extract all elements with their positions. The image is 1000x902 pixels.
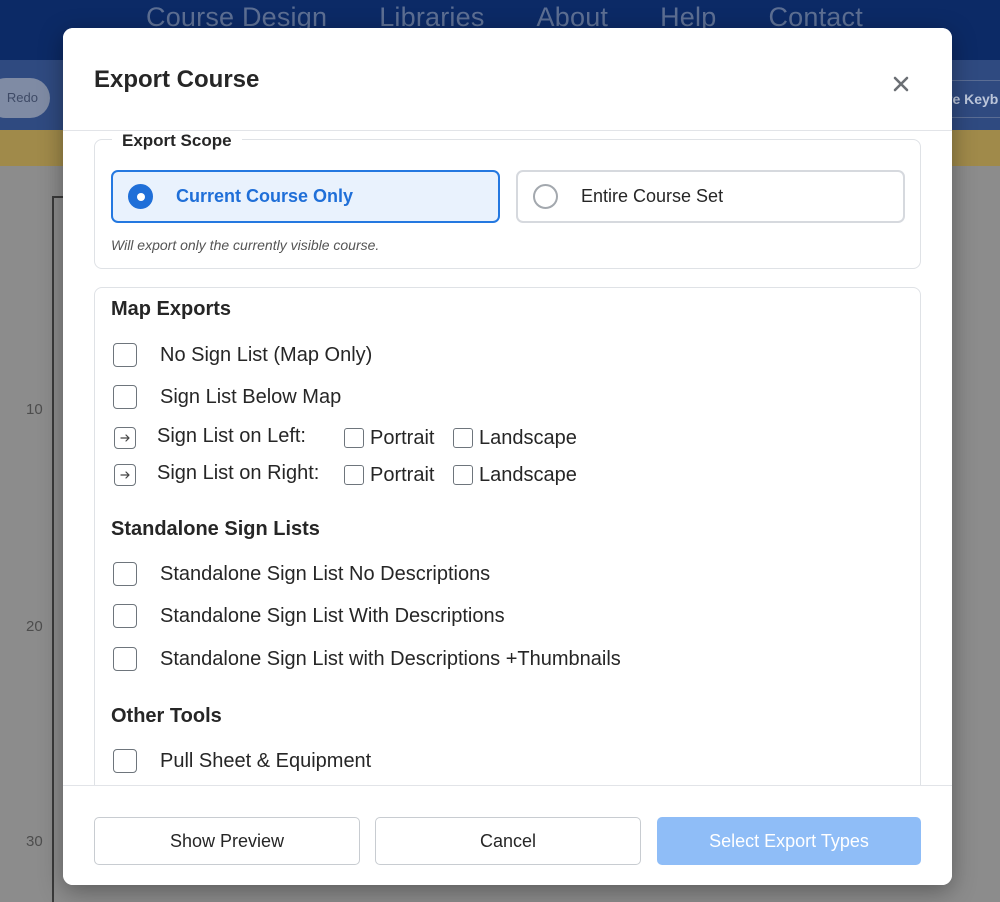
select-export-types-button[interactable]: Select Export Types: [657, 817, 921, 865]
checkbox[interactable]: [113, 749, 137, 773]
checkbox[interactable]: [344, 465, 364, 485]
expand-sign-list-left[interactable]: [113, 425, 136, 451]
option-label: Pull Sheet & Equipment: [160, 749, 372, 772]
option-label: Standalone Sign List No Descriptions: [160, 562, 491, 585]
checkbox[interactable]: [113, 343, 137, 367]
option-right-landscape[interactable]: Landscape: [453, 463, 577, 487]
modal-footer: Show Preview Cancel Select Export Types: [63, 785, 952, 885]
keyboard-shortcuts-button[interactable]: re Keyb: [944, 80, 1000, 118]
scope-option-label: Current Course Only: [176, 186, 354, 206]
option-label: No Sign List (Map Only): [160, 343, 373, 366]
modal-title: Export Course: [94, 66, 260, 93]
modal-body[interactable]: Export Scope Current Course Only Entire …: [63, 132, 952, 785]
export-course-modal: Export Course Export Scope Current Cours…: [63, 28, 952, 885]
option-label: Standalone Sign List with Descriptions +…: [160, 647, 621, 670]
checkbox[interactable]: [113, 385, 137, 409]
show-preview-button[interactable]: Show Preview: [94, 817, 360, 865]
option-standalone-with-thumbnails[interactable]: Standalone Sign List with Descriptions +…: [113, 646, 621, 672]
section-title-standalone: Standalone Sign Lists: [111, 518, 320, 540]
scope-hint: Will export only the currently visible c…: [111, 237, 380, 253]
checkbox[interactable]: [113, 647, 137, 671]
option-no-sign-list[interactable]: No Sign List (Map Only): [113, 342, 372, 368]
canvas-frame-line: [52, 196, 54, 902]
scope-option-label: Entire Course Set: [581, 186, 724, 206]
option-label: Landscape: [479, 463, 577, 486]
checkbox[interactable]: [453, 428, 473, 448]
expand-toggle[interactable]: [114, 427, 136, 449]
option-sign-list-below-map[interactable]: Sign List Below Map: [113, 384, 341, 410]
checkbox[interactable]: [453, 465, 473, 485]
redo-button[interactable]: Redo: [0, 78, 50, 118]
option-label: Landscape: [479, 426, 577, 449]
checkbox[interactable]: [113, 604, 137, 628]
section-title-other-tools: Other Tools: [111, 705, 222, 727]
checkbox[interactable]: [113, 562, 137, 586]
ruler-tick: 30: [26, 833, 43, 850]
option-label: Portrait: [370, 426, 435, 449]
arrow-right-icon: [120, 471, 130, 479]
cancel-button[interactable]: Cancel: [375, 817, 641, 865]
sign-list-right-label: Sign List on Right:: [157, 462, 320, 484]
expand-toggle[interactable]: [114, 464, 136, 486]
option-standalone-no-desc[interactable]: Standalone Sign List No Descriptions: [113, 561, 490, 587]
section-title-map-exports: Map Exports: [111, 298, 232, 320]
arrow-right-icon: [120, 434, 130, 442]
scope-option-entire-set[interactable]: Entire Course Set: [516, 170, 905, 223]
option-left-landscape[interactable]: Landscape: [453, 426, 577, 450]
option-pull-sheet[interactable]: Pull Sheet & Equipment: [113, 748, 371, 774]
option-standalone-with-desc[interactable]: Standalone Sign List With Descriptions: [113, 603, 505, 629]
option-label: Sign List Below Map: [160, 385, 342, 408]
expand-sign-list-right[interactable]: [113, 462, 136, 488]
radio-unselected-icon: [533, 184, 558, 209]
export-options-panel: Map Exports No Sign List (Map Only) Sign…: [94, 287, 921, 785]
close-button[interactable]: [883, 66, 919, 102]
ruler-tick: 20: [26, 618, 43, 635]
ruler-tick: 10: [26, 401, 43, 418]
option-right-portrait[interactable]: Portrait: [344, 463, 434, 487]
close-icon: [893, 76, 909, 92]
radio-selected-icon: [128, 184, 153, 209]
option-label: Standalone Sign List With Descriptions: [160, 604, 505, 627]
export-scope-fieldset: Export Scope Current Course Only Entire …: [94, 132, 921, 269]
sign-list-left-label: Sign List on Left:: [157, 425, 306, 447]
export-scope-legend: Export Scope: [112, 132, 242, 151]
modal-header: Export Course: [63, 28, 952, 131]
scope-option-current-course[interactable]: Current Course Only: [111, 170, 500, 223]
option-label: Portrait: [370, 463, 435, 486]
checkbox[interactable]: [344, 428, 364, 448]
option-left-portrait[interactable]: Portrait: [344, 426, 434, 450]
